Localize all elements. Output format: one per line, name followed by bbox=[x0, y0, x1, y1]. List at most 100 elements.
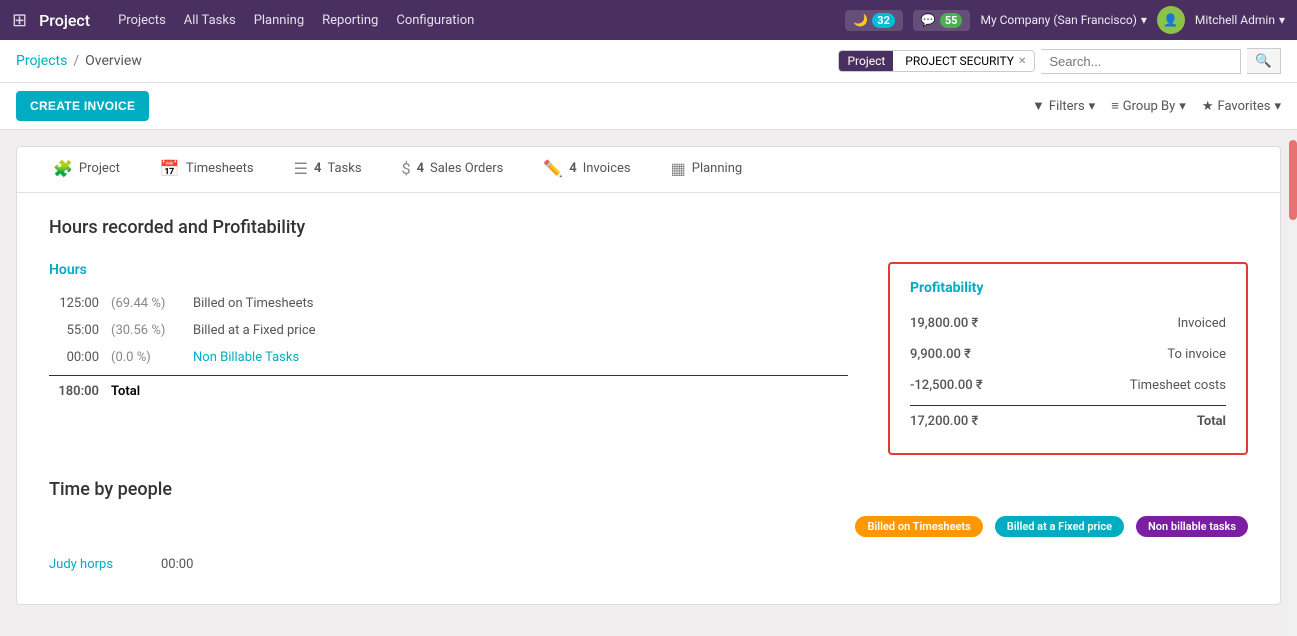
create-invoice-button[interactable]: CREATE INVOICE bbox=[16, 91, 149, 121]
action-bar: CREATE INVOICE ▼ Filters ▾ ≡ Group By ▾ … bbox=[0, 83, 1297, 130]
non-billable-tasks-link[interactable]: Non Billable Tasks bbox=[193, 350, 299, 365]
chat-notification-btn[interactable]: 💬 55 bbox=[913, 10, 971, 31]
hours-pct-1: (30.56 %) bbox=[111, 323, 181, 338]
chat-badge-count: 55 bbox=[940, 13, 963, 28]
company-selector[interactable]: My Company (San Francisco) ▾ bbox=[980, 13, 1146, 27]
hours-section: Hours 125:00 (69.44 %) Billed on Timeshe… bbox=[49, 262, 848, 455]
hours-row-1: 55:00 (30.56 %) Billed at a Fixed price bbox=[49, 317, 848, 344]
hours-total-label: Total bbox=[111, 384, 140, 399]
filter-remove-btn[interactable]: ✕ bbox=[1018, 56, 1026, 67]
person-row: Judy horps 00:00 bbox=[49, 549, 1248, 580]
filters-btn[interactable]: ▼ Filters ▾ bbox=[1032, 98, 1095, 114]
profit-row-2: -12,500.00 ₹ Timesheet costs bbox=[910, 370, 1226, 401]
favorites-label: Favorites bbox=[1217, 99, 1270, 114]
filter-group: ▼ Filters ▾ ≡ Group By ▾ ★ Favorites ▾ bbox=[1032, 98, 1281, 114]
avatar: 👤 bbox=[1157, 6, 1185, 34]
tab-sales-orders[interactable]: $ 4 Sales Orders bbox=[382, 147, 524, 192]
tab-tasks[interactable]: ☰ 4 Tasks bbox=[274, 147, 382, 192]
nav-configuration[interactable]: Configuration bbox=[396, 13, 474, 28]
person-name-link[interactable]: Judy horps bbox=[49, 557, 149, 572]
hours-label-1: Billed at a Fixed price bbox=[193, 323, 316, 338]
tab-sales-label: Sales Orders bbox=[430, 161, 503, 176]
hours-label-0: Billed on Timesheets bbox=[193, 296, 313, 311]
profit-row-1: 9,900.00 ₹ To invoice bbox=[910, 339, 1226, 370]
legend-billed-fixed: Billed at a Fixed price bbox=[995, 516, 1124, 537]
favorites-dropdown-icon: ▾ bbox=[1274, 99, 1281, 114]
group-by-btn[interactable]: ≡ Group By ▾ bbox=[1111, 98, 1186, 114]
top-navigation: ⊞ Project Projects All Tasks Planning Re… bbox=[0, 0, 1297, 40]
hours-subtitle: Hours bbox=[49, 262, 848, 278]
breadcrumb-bar: Projects / Overview Project PROJECT SECU… bbox=[0, 40, 1297, 83]
person-hours: 00:00 bbox=[161, 557, 211, 572]
puzzle-icon: 🧩 bbox=[53, 159, 73, 178]
profit-amount-2: -12,500.00 ₹ bbox=[910, 378, 983, 393]
profit-amount-1: 9,900.00 ₹ bbox=[910, 347, 971, 362]
hours-profitability-section: Hours recorded and Profitability Hours 1… bbox=[17, 193, 1280, 479]
hours-total-num: 180:00 bbox=[49, 384, 99, 399]
tab-invoices[interactable]: ✏️ 4 Invoices bbox=[523, 147, 650, 192]
pencil-icon: ✏️ bbox=[543, 159, 563, 178]
breadcrumb-parent[interactable]: Projects bbox=[16, 53, 67, 69]
search-button[interactable]: 🔍 bbox=[1247, 48, 1281, 74]
tab-tasks-count: 4 bbox=[314, 161, 321, 176]
hours-num-2: 00:00 bbox=[49, 350, 99, 365]
filter-value: PROJECT SECURITY ✕ bbox=[897, 51, 1034, 71]
nav-reporting[interactable]: Reporting bbox=[322, 13, 378, 28]
scrollbar[interactable] bbox=[1289, 140, 1297, 636]
hours-num-0: 125:00 bbox=[49, 296, 99, 311]
search-filter-tag: Project PROJECT SECURITY ✕ bbox=[838, 50, 1035, 72]
filters-dropdown-icon: ▾ bbox=[1089, 99, 1096, 114]
legend-non-billable: Non billable tasks bbox=[1136, 516, 1248, 537]
nav-links: Projects All Tasks Planning Reporting Co… bbox=[118, 13, 837, 28]
profit-row-0: 19,800.00 ₹ Invoiced bbox=[910, 308, 1226, 339]
profit-label-2: Timesheet costs bbox=[1130, 378, 1226, 393]
time-by-people-title: Time by people bbox=[49, 479, 1248, 500]
moon-icon: 🌙 bbox=[853, 13, 868, 27]
dollar-icon: $ bbox=[402, 159, 411, 178]
tab-planning[interactable]: ▦ Planning bbox=[651, 147, 763, 192]
nav-projects[interactable]: Projects bbox=[118, 13, 166, 28]
user-menu[interactable]: Mitchell Admin ▾ bbox=[1195, 13, 1285, 27]
star-icon: ★ bbox=[1202, 99, 1214, 114]
app-grid-icon[interactable]: ⊞ bbox=[12, 10, 27, 31]
tab-timesheets-label: Timesheets bbox=[186, 161, 254, 176]
header-right: 🌙 32 💬 55 My Company (San Francisco) ▾ 👤… bbox=[845, 6, 1285, 34]
main-content: 🧩 Project 📅 Timesheets ☰ 4 Tasks $ 4 Sal… bbox=[0, 130, 1297, 621]
hours-pct-0: (69.44 %) bbox=[111, 296, 181, 311]
favorites-btn[interactable]: ★ Favorites ▾ bbox=[1202, 99, 1281, 114]
company-name: My Company (San Francisco) bbox=[980, 13, 1136, 27]
profit-total-label: Total bbox=[1197, 414, 1226, 429]
profitability-section: Profitability 19,800.00 ₹ Invoiced 9,900… bbox=[888, 262, 1248, 455]
profit-total-row: 17,200.00 ₹ Total bbox=[910, 405, 1226, 437]
moon-notification-btn[interactable]: 🌙 32 bbox=[845, 10, 903, 31]
filter-label: Project bbox=[839, 51, 893, 71]
filter-icon: ▼ bbox=[1032, 98, 1045, 114]
nav-planning[interactable]: Planning bbox=[254, 13, 304, 28]
profit-label-0: Invoiced bbox=[1177, 316, 1226, 331]
calendar-icon: 📅 bbox=[160, 159, 180, 178]
group-by-icon: ≡ bbox=[1111, 98, 1119, 114]
tab-invoices-count: 4 bbox=[569, 161, 576, 176]
chat-icon: 💬 bbox=[921, 13, 936, 27]
scrollbar-thumb[interactable] bbox=[1289, 140, 1297, 220]
group-by-label: Group By bbox=[1123, 99, 1176, 114]
profit-amount-0: 19,800.00 ₹ bbox=[910, 316, 978, 331]
nav-all-tasks[interactable]: All Tasks bbox=[184, 13, 236, 28]
app-title: Project bbox=[39, 11, 90, 30]
search-input[interactable] bbox=[1041, 49, 1241, 74]
tab-timesheets[interactable]: 📅 Timesheets bbox=[140, 147, 274, 192]
tab-project-label: Project bbox=[79, 161, 120, 176]
tab-tasks-label: Tasks bbox=[327, 161, 361, 176]
tab-project[interactable]: 🧩 Project bbox=[33, 147, 140, 192]
user-name-text: Mitchell Admin bbox=[1195, 13, 1275, 27]
search-bar: Project PROJECT SECURITY ✕ 🔍 bbox=[838, 48, 1281, 74]
group-by-dropdown-icon: ▾ bbox=[1179, 99, 1186, 114]
breadcrumb-separator: / bbox=[73, 53, 79, 69]
profitability-subtitle: Profitability bbox=[910, 280, 1226, 296]
hours-pct-2: (0.0 %) bbox=[111, 350, 181, 365]
section-title: Hours recorded and Profitability bbox=[49, 217, 1248, 238]
hours-num-1: 55:00 bbox=[49, 323, 99, 338]
tab-sales-count: 4 bbox=[417, 161, 424, 176]
hours-row-2: 00:00 (0.0 %) Non Billable Tasks bbox=[49, 344, 848, 371]
profit-total-amount: 17,200.00 ₹ bbox=[910, 414, 978, 429]
